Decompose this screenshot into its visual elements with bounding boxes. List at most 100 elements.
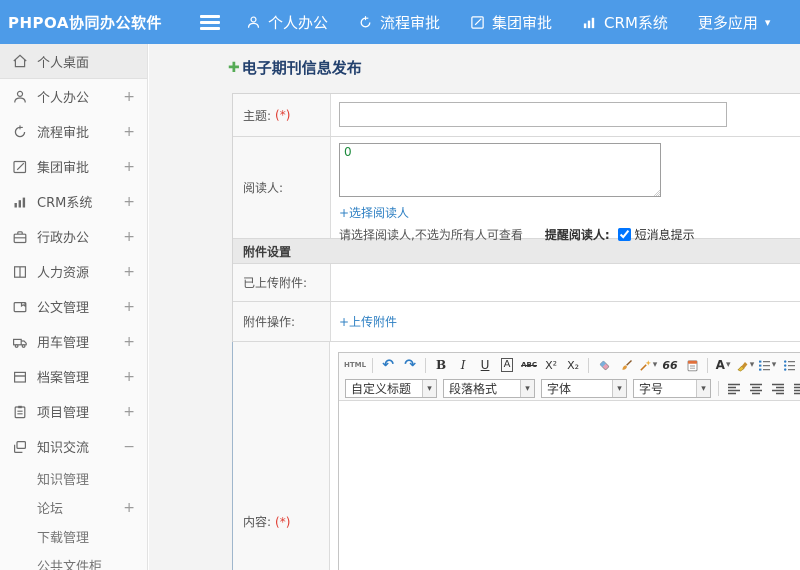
auto-format-button[interactable]: ▾ bbox=[638, 355, 658, 375]
remind-readers-label: 提醒阅读人: bbox=[544, 228, 610, 242]
expand-toggle[interactable]: + bbox=[123, 229, 135, 245]
sidebar-item-label: 知识交流 bbox=[37, 441, 90, 456]
user-icon bbox=[247, 15, 260, 28]
unordered-list-button[interactable] bbox=[779, 355, 799, 375]
sidebar-item-personal-office[interactable]: 个人办公 + bbox=[0, 79, 147, 114]
editor-content-area[interactable] bbox=[339, 401, 800, 570]
collapse-toggle[interactable]: − bbox=[123, 439, 135, 455]
custom-heading-select[interactable]: 自定义标题 ▾ bbox=[345, 379, 437, 398]
menu-toggle-icon[interactable] bbox=[200, 14, 220, 30]
nav-group-approval[interactable]: 集团审批 bbox=[470, 12, 552, 33]
sidebar-item-archive-management[interactable]: 档案管理 + bbox=[0, 359, 147, 394]
sidebar-item-group-approval[interactable]: 集团审批 + bbox=[0, 149, 147, 184]
sidebar-item-knowledge-exchange[interactable]: 知识交流 − bbox=[0, 429, 147, 464]
italic-button[interactable]: I bbox=[453, 355, 473, 375]
bold-button[interactable]: B bbox=[431, 355, 451, 375]
sidebar-item-label: 个人桌面 bbox=[37, 55, 90, 71]
sidebar-item-workflow-approval[interactable]: 流程审批 + bbox=[0, 114, 147, 149]
subject-input[interactable] bbox=[339, 102, 727, 127]
sidebar-item-admin-office[interactable]: 行政办公 + bbox=[0, 219, 147, 254]
align-justify-button[interactable] bbox=[790, 379, 800, 399]
caret-down-icon: ▾ bbox=[422, 380, 436, 397]
expand-toggle[interactable]: + bbox=[123, 404, 135, 420]
blockquote-button[interactable]: 66 bbox=[660, 355, 680, 375]
expand-toggle[interactable]: + bbox=[123, 159, 135, 175]
upload-attachment-link[interactable]: +上传附件 bbox=[339, 313, 397, 330]
sidebar-item-label: 集团审批 bbox=[37, 161, 90, 176]
font-size-select[interactable]: 字号 ▾ bbox=[633, 379, 711, 398]
nav-label: 流程审批 bbox=[380, 13, 441, 32]
sidebar-item-vehicle-management[interactable]: 用车管理 + bbox=[0, 324, 147, 359]
expand-toggle[interactable]: + bbox=[123, 299, 135, 315]
unordered-list-icon bbox=[783, 359, 795, 371]
sms-notify-checkbox[interactable] bbox=[617, 228, 631, 241]
caret-down-icon: ▾ bbox=[520, 380, 534, 397]
align-right-button[interactable] bbox=[768, 379, 788, 399]
eraser-button[interactable] bbox=[594, 355, 614, 375]
expand-toggle[interactable]: + bbox=[123, 89, 135, 105]
align-left-button[interactable] bbox=[724, 379, 744, 399]
undo-button[interactable]: ↶ bbox=[378, 355, 398, 375]
sidebar-item-project-management[interactable]: 项目管理 + bbox=[0, 394, 147, 429]
plus-icon: ✚ bbox=[228, 59, 240, 76]
sidebar-item-document-management[interactable]: 公文管理 + bbox=[0, 289, 147, 324]
readers-row: 阅读人: 0 +选择阅读人 请选择阅读人,不选为所有人可查看 提醒阅读人: 短消… bbox=[233, 137, 800, 242]
underline-button[interactable]: U bbox=[475, 355, 495, 375]
sidebar-item-label: 公文管理 bbox=[37, 301, 90, 316]
nav-more-apps[interactable]: 更多应用 ▾ bbox=[698, 12, 771, 33]
document-icon bbox=[13, 301, 27, 312]
page-title: ✚ 电子期刊信息发布 bbox=[228, 57, 800, 78]
nav-personal-office[interactable]: 个人办公 bbox=[246, 12, 328, 33]
brush-icon bbox=[621, 359, 632, 370]
archive-icon bbox=[13, 371, 27, 383]
readers-textarea[interactable]: 0 bbox=[339, 143, 661, 197]
caret-down-icon: ▾ bbox=[771, 360, 777, 370]
bar-chart-icon bbox=[583, 17, 595, 28]
sidebar-item-personal-desktop[interactable]: 个人桌面 bbox=[0, 44, 147, 79]
format-brush-button[interactable] bbox=[616, 355, 636, 375]
paragraph-format-select[interactable]: 段落格式 ▾ bbox=[443, 379, 535, 398]
align-center-icon bbox=[750, 383, 762, 394]
expand-toggle[interactable]: + bbox=[123, 124, 135, 140]
sidebar-item-crm-system[interactable]: CRM系统 + bbox=[0, 184, 147, 219]
user-icon bbox=[14, 90, 26, 103]
home-icon bbox=[13, 54, 27, 68]
expand-toggle[interactable]: + bbox=[123, 334, 135, 350]
caret-down-icon: ▾ bbox=[696, 380, 710, 397]
font-color-button[interactable]: A ▾ bbox=[713, 355, 733, 375]
sidebar-item-label: 个人办公 bbox=[37, 91, 90, 106]
subscript-button[interactable]: X₂ bbox=[563, 355, 583, 375]
sidebar-item-human-resources[interactable]: 人力资源 + bbox=[0, 254, 147, 289]
uploaded-attachments-value bbox=[331, 264, 800, 301]
truck-icon bbox=[13, 338, 27, 348]
sidebar-subitem-forum[interactable]: 论坛 + bbox=[0, 493, 147, 522]
nav-workflow-approval[interactable]: 流程审批 bbox=[358, 12, 440, 33]
expand-toggle[interactable]: + bbox=[123, 369, 135, 385]
required-mark: (*) bbox=[275, 514, 291, 529]
superscript-button[interactable]: X² bbox=[541, 355, 561, 375]
align-justify-icon bbox=[794, 383, 800, 394]
expand-toggle[interactable]: + bbox=[123, 194, 135, 210]
align-center-button[interactable] bbox=[746, 379, 766, 399]
font-family-select[interactable]: 字体 ▾ bbox=[541, 379, 627, 398]
redo-button[interactable]: ↷ bbox=[400, 355, 420, 375]
sidebar-subitem-knowledge-management[interactable]: 知识管理 bbox=[0, 464, 147, 493]
strikethrough-button[interactable]: ABC bbox=[519, 355, 539, 375]
expand-toggle[interactable]: + bbox=[123, 500, 135, 516]
choose-readers-link[interactable]: +选择阅读人 bbox=[339, 204, 409, 221]
sidebar-subitem-download-management[interactable]: 下载管理 bbox=[0, 522, 147, 551]
sidebar-subitem-public-file-cabinet[interactable]: 公共文件柜 bbox=[0, 551, 147, 570]
subject-row: 主题: (*) bbox=[233, 94, 800, 137]
paste-button[interactable] bbox=[682, 355, 702, 375]
briefcase-icon bbox=[13, 230, 27, 243]
caret-down-icon: ▾ bbox=[764, 15, 771, 29]
expand-toggle[interactable]: + bbox=[123, 264, 135, 280]
font-style-button[interactable]: A bbox=[497, 355, 517, 375]
ordered-list-button[interactable]: ▾ bbox=[757, 355, 777, 375]
html-source-button[interactable]: HTML bbox=[343, 355, 367, 375]
main-panel: ✚ 电子期刊信息发布 主题: (*) 阅读人: 0 +选择阅读人 请选择阅读人,… bbox=[149, 44, 800, 570]
nav-crm-system[interactable]: CRM系统 bbox=[582, 12, 668, 33]
attachment-ops-label: 附件操作: bbox=[233, 302, 331, 341]
caret-down-icon: ▾ bbox=[725, 360, 731, 370]
highlight-button[interactable]: ▾ bbox=[735, 355, 755, 375]
